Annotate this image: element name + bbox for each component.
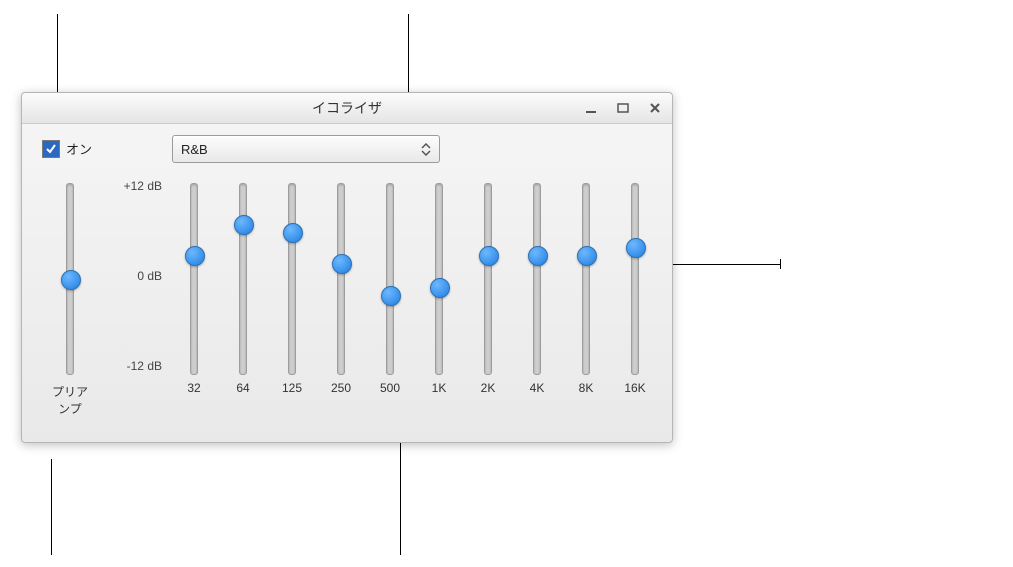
on-checkbox[interactable]: [42, 140, 60, 158]
minimize-button[interactable]: [580, 98, 602, 118]
band-freq-label: 500: [373, 381, 407, 395]
preset-selected: R&B: [181, 142, 208, 157]
band-slider-250[interactable]: [337, 183, 345, 375]
band-64: 64: [226, 183, 260, 413]
band-freq-label: 64: [226, 381, 260, 395]
band-8K: 8K: [569, 183, 603, 413]
dropdown-arrows: [419, 136, 433, 162]
preamp-label: プリアンプ: [50, 383, 90, 417]
band-freq-label: 2K: [471, 381, 505, 395]
scale-max: +12 dB: [102, 179, 162, 193]
bands: 32 64 125 250 500 1K 2K 4K 8K 16K: [177, 183, 652, 413]
band-thumb-64[interactable]: [234, 215, 254, 235]
band-freq-label: 125: [275, 381, 309, 395]
band-thumb-32[interactable]: [185, 246, 205, 266]
preamp-column: プリアンプ: [50, 183, 90, 417]
band-16K: 16K: [618, 183, 652, 413]
band-thumb-2K[interactable]: [479, 246, 499, 266]
band-freq-label: 4K: [520, 381, 554, 395]
band-thumb-250[interactable]: [332, 254, 352, 274]
top-row: オン R&B: [22, 135, 672, 165]
maximize-button[interactable]: [612, 98, 634, 118]
band-freq-label: 250: [324, 381, 358, 395]
band-freq-label: 1K: [422, 381, 456, 395]
bands-brace-stem: [400, 441, 401, 555]
check-icon: [45, 143, 57, 155]
band-2K: 2K: [471, 183, 505, 413]
equalizer-window: イコライザ オン R&B: [21, 92, 673, 443]
callout-line-preamp: [51, 459, 52, 555]
chevron-up-icon: [421, 143, 431, 149]
band-slider-4K[interactable]: [533, 183, 541, 375]
window-controls: [580, 93, 666, 123]
minimize-icon: [584, 101, 598, 115]
chevron-down-icon: [421, 150, 431, 156]
window-title: イコライザ: [312, 100, 382, 116]
band-slider-32[interactable]: [190, 183, 198, 375]
band-slider-1K[interactable]: [435, 183, 443, 375]
band-1K: 1K: [422, 183, 456, 413]
band-32: 32: [177, 183, 211, 413]
band-thumb-4K[interactable]: [528, 246, 548, 266]
scale-min: -12 dB: [102, 359, 162, 373]
band-4K: 4K: [520, 183, 554, 413]
preamp-thumb[interactable]: [61, 270, 81, 290]
preset-dropdown[interactable]: R&B: [172, 135, 440, 163]
on-label: オン: [66, 139, 92, 158]
close-icon: [648, 101, 662, 115]
equalizer-body: プリアンプ +12 dB 0 dB -12 dB 32 64 125 250 500 1K…: [22, 173, 672, 432]
band-slider-125[interactable]: [288, 183, 296, 375]
band-thumb-8K[interactable]: [577, 246, 597, 266]
band-250: 250: [324, 183, 358, 413]
band-slider-8K[interactable]: [582, 183, 590, 375]
band-slider-2K[interactable]: [484, 183, 492, 375]
band-500: 500: [373, 183, 407, 413]
band-thumb-500[interactable]: [381, 286, 401, 306]
titlebar: イコライザ: [22, 93, 672, 124]
scale-mid: 0 dB: [102, 269, 162, 283]
band-slider-16K[interactable]: [631, 183, 639, 375]
maximize-icon: [616, 101, 630, 115]
callout-line-right-cap: [780, 259, 781, 269]
on-toggle-wrap: オン: [42, 139, 92, 158]
band-freq-label: 16K: [618, 381, 652, 395]
preamp-slider[interactable]: [66, 183, 74, 375]
band-slider-500[interactable]: [386, 183, 394, 375]
band-125: 125: [275, 183, 309, 413]
band-freq-label: 32: [177, 381, 211, 395]
band-thumb-125[interactable]: [283, 223, 303, 243]
band-slider-64[interactable]: [239, 183, 247, 375]
band-freq-label: 8K: [569, 381, 603, 395]
close-button[interactable]: [644, 98, 666, 118]
band-thumb-16K[interactable]: [626, 238, 646, 258]
band-thumb-1K[interactable]: [430, 278, 450, 298]
